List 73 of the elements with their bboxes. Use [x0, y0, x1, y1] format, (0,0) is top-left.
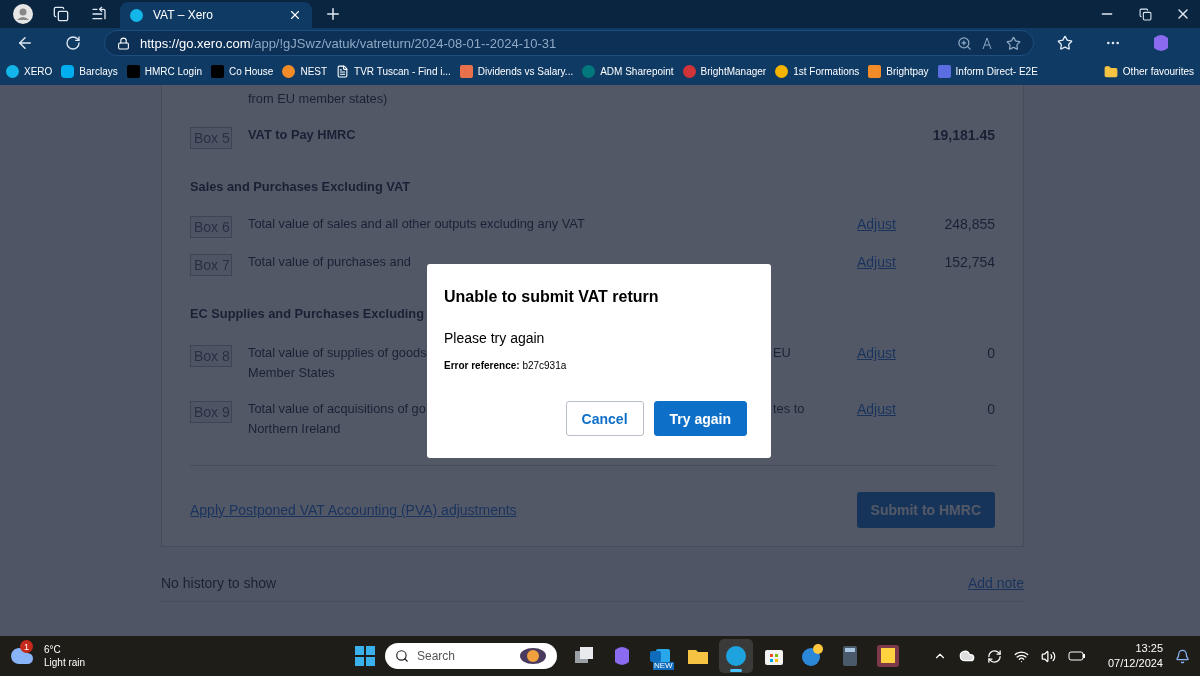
bookmark[interactable]: Dividends vs Salary...	[459, 65, 574, 78]
row-description: VAT to Pay HMRC	[248, 127, 356, 143]
notification-icon[interactable]	[1175, 648, 1190, 664]
cloud-icon[interactable]	[958, 648, 975, 664]
bookmark[interactable]: Co House	[210, 65, 274, 78]
section-heading: EC Supplies and Purchases Excluding	[190, 306, 424, 321]
favorite-icon[interactable]	[1006, 35, 1021, 51]
lock-icon	[117, 36, 130, 50]
bookmark-icon	[282, 65, 296, 78]
search-field[interactable]: Search	[385, 643, 557, 669]
bookmark[interactable]: 1st Formations	[775, 65, 860, 78]
bookmark-icon	[126, 65, 140, 78]
bookmark-icon	[582, 65, 596, 78]
row-description: EU	[773, 345, 791, 361]
cancel-button[interactable]: Cancel	[565, 401, 644, 436]
taskbar-app[interactable]	[719, 639, 753, 673]
bookmark-icon	[775, 65, 789, 78]
weather-condition: Light rain	[44, 656, 86, 669]
bookmark[interactable]: HMRC Login	[126, 65, 202, 78]
amount: 0	[986, 345, 995, 361]
sync-icon[interactable]	[986, 648, 1002, 664]
folder-icon	[1103, 64, 1118, 79]
bookmark[interactable]: NEST	[282, 65, 328, 78]
bookmark-icon	[6, 65, 19, 78]
amount: 152,754	[943, 254, 995, 270]
bookmark[interactable]: XERO	[6, 65, 53, 78]
bookmark[interactable]: BrightManager	[682, 65, 767, 78]
bookmark-icon	[61, 65, 75, 78]
bookmark-icon	[868, 65, 882, 78]
notification-badge: 1	[20, 640, 33, 653]
try-again-button[interactable]: Try again	[653, 401, 747, 436]
battery-icon[interactable]	[1067, 650, 1086, 662]
row-description: Total value of purchases and	[248, 254, 411, 270]
row-description: tes to	[773, 401, 805, 417]
section-heading: Sales and Purchases Excluding VAT	[190, 179, 410, 194]
bookmark[interactable]: ADM Sharepoint	[582, 65, 674, 78]
bookmark[interactable]: Inform Direct- E2E	[937, 65, 1038, 78]
bookmark-icon	[937, 65, 951, 78]
error-reference: Error reference: b27c931a	[444, 360, 568, 371]
bookmark[interactable]: Barclays	[61, 65, 118, 78]
help-icon	[800, 644, 824, 668]
browser-tab[interactable]: VAT – Xero	[120, 2, 312, 28]
amount: 248,855	[943, 216, 995, 232]
bookmark[interactable]: Brightpay	[868, 65, 929, 78]
close-icon[interactable]	[288, 8, 302, 22]
start-icon[interactable]	[355, 646, 375, 666]
bookmark-icon	[210, 65, 224, 78]
bookmark-folder[interactable]: Other favourites	[1103, 64, 1194, 79]
row-description: Total value of supplies of goods	[248, 345, 427, 361]
volume-icon[interactable]	[1040, 648, 1056, 664]
bookmark-icon	[459, 65, 473, 78]
bookmark-icon	[682, 65, 696, 78]
wifi-icon[interactable]	[1013, 648, 1029, 664]
page-icon	[336, 65, 350, 78]
zoom-icon[interactable]	[957, 35, 972, 51]
row-description: from EU member states)	[248, 91, 388, 107]
weather-widget[interactable]: 1 6°C Light rain	[10, 643, 355, 669]
bookmark[interactable]: TVR Tuscan - Find i...	[336, 65, 451, 78]
row-description: Northern Ireland	[248, 421, 341, 437]
temperature: 6°C	[44, 643, 62, 656]
dialog-message: Please try again	[444, 330, 546, 346]
row-description: Total value of sales and all other outputs excluding any VAT	[248, 216, 585, 232]
search-icon	[395, 649, 409, 663]
clock[interactable]: 13:25 07/12/2024	[1107, 641, 1163, 671]
amount: 0	[986, 401, 995, 417]
new-tag: NEW	[653, 662, 674, 670]
address-bar[interactable]: https://go.xero.com/app/!gJSwz/vatuk/vatreturn/2024-08-01--2024-10-31	[104, 30, 1034, 56]
row-description: Member States	[248, 365, 335, 381]
dialog-title: Unable to submit VAT return	[444, 288, 660, 306]
taskbar-app[interactable]: NEW	[643, 639, 677, 673]
amount: 19,181.45	[931, 127, 995, 143]
sticky-note-icon	[876, 644, 900, 668]
planet-icon	[519, 647, 547, 665]
